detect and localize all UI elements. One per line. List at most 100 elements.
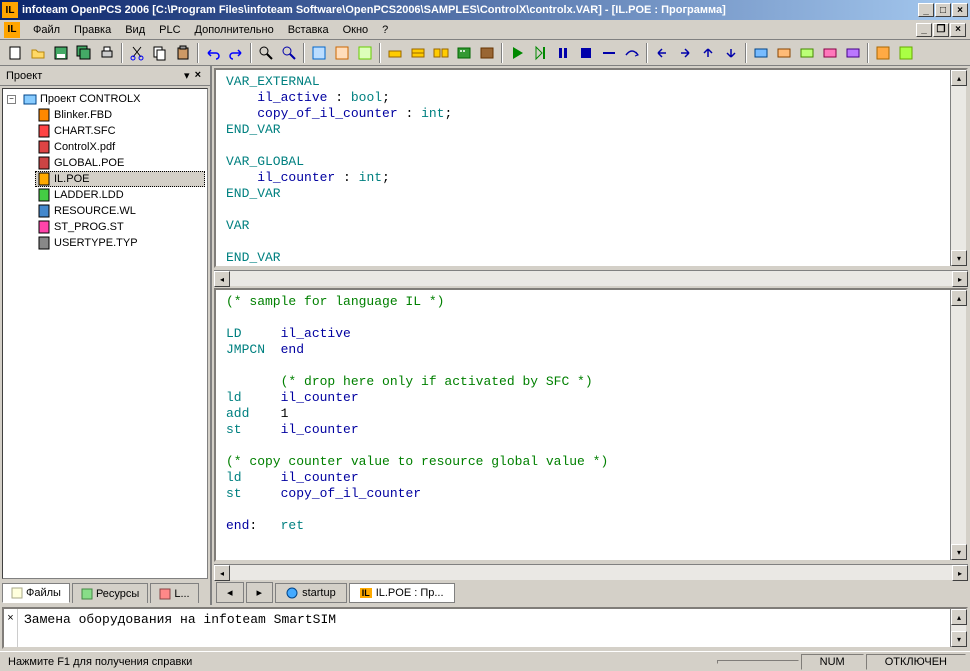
output-vscrollbar[interactable]: ▴ ▾ bbox=[950, 609, 966, 647]
panel-tab-files[interactable]: Файлы bbox=[2, 583, 70, 603]
watch2-icon[interactable] bbox=[773, 42, 795, 64]
tree-item-label: LADDER.LDD bbox=[54, 189, 124, 201]
open-icon[interactable] bbox=[27, 42, 49, 64]
menu-insert[interactable]: Вставка bbox=[281, 22, 336, 38]
cut-icon[interactable] bbox=[126, 42, 148, 64]
tool-c-icon[interactable] bbox=[354, 42, 376, 64]
menu-window[interactable]: Окно bbox=[336, 22, 376, 38]
scroll-up-icon[interactable]: ▴ bbox=[951, 609, 967, 625]
hscrollbar-top[interactable]: ◂ ▸ bbox=[214, 270, 968, 286]
step-icon[interactable] bbox=[598, 42, 620, 64]
startup-icon bbox=[286, 587, 298, 599]
tree-item[interactable]: CHART.SFC bbox=[35, 123, 205, 139]
mdi-close-button[interactable]: × bbox=[950, 23, 966, 37]
statusbar: Нажмите F1 для получения справки NUM ОТК… bbox=[0, 651, 970, 671]
scroll-up-icon[interactable]: ▴ bbox=[951, 70, 967, 86]
zoom-icon[interactable] bbox=[278, 42, 300, 64]
watch4-icon[interactable] bbox=[819, 42, 841, 64]
stepover-icon[interactable] bbox=[621, 42, 643, 64]
editor-tab-ilpoe[interactable]: IL IL.POE : Пр... bbox=[349, 583, 455, 603]
menu-view[interactable]: Вид bbox=[118, 22, 152, 38]
watch1-icon[interactable] bbox=[750, 42, 772, 64]
declarations-editor[interactable]: VAR_EXTERNAL il_active : bool; copy_of_i… bbox=[216, 70, 950, 266]
watch3-icon[interactable] bbox=[796, 42, 818, 64]
tab-nav-left[interactable]: ◂ bbox=[216, 582, 244, 603]
resources-icon bbox=[81, 588, 93, 600]
build-icon[interactable] bbox=[407, 42, 429, 64]
x2-icon[interactable] bbox=[895, 42, 917, 64]
res-icon[interactable] bbox=[476, 42, 498, 64]
tree-item[interactable]: RESOURCE.WL bbox=[35, 203, 205, 219]
file-icon bbox=[37, 108, 51, 122]
menu-help[interactable]: ? bbox=[375, 22, 395, 38]
panel-tab-resources[interactable]: Ресурсы bbox=[72, 583, 148, 603]
tree-item[interactable]: IL.POE bbox=[35, 171, 205, 187]
panel-close-icon[interactable]: × bbox=[192, 69, 204, 82]
undo-icon[interactable] bbox=[202, 42, 224, 64]
mdi-restore-button[interactable]: ❐ bbox=[933, 23, 949, 37]
vscrollbar[interactable]: ▴ ▾ bbox=[950, 70, 966, 266]
pause-icon[interactable] bbox=[552, 42, 574, 64]
stop-icon[interactable] bbox=[575, 42, 597, 64]
tab-nav-right[interactable]: ▸ bbox=[246, 582, 274, 603]
run2-icon[interactable] bbox=[529, 42, 551, 64]
tree-item[interactable]: GLOBAL.POE bbox=[35, 155, 205, 171]
menu-extra[interactable]: Дополнительно bbox=[188, 22, 281, 38]
scroll-up-icon[interactable]: ▴ bbox=[951, 290, 967, 306]
tool-b-icon[interactable] bbox=[331, 42, 353, 64]
scroll-right-icon[interactable]: ▸ bbox=[952, 271, 968, 287]
tree-item[interactable]: ST_PROG.ST bbox=[35, 219, 205, 235]
scroll-left-icon[interactable]: ◂ bbox=[214, 271, 230, 287]
panel-tab-l[interactable]: L... bbox=[150, 583, 198, 603]
tree-item[interactable]: LADDER.LDD bbox=[35, 187, 205, 203]
saveall-icon[interactable] bbox=[73, 42, 95, 64]
rebuild-icon[interactable] bbox=[430, 42, 452, 64]
tree-root[interactable]: − Проект CONTROLX bbox=[5, 91, 205, 107]
scroll-down-icon[interactable]: ▾ bbox=[951, 250, 967, 266]
menubar: IL Файл Правка Вид PLC Дополнительно Вст… bbox=[0, 20, 970, 40]
menu-file[interactable]: Файл bbox=[26, 22, 67, 38]
project-panel: Проект ▾ × − Проект CONTROLX Blinker.FBD… bbox=[0, 66, 212, 605]
hw-icon[interactable] bbox=[453, 42, 475, 64]
panel-dropdown-icon[interactable]: ▾ bbox=[184, 69, 190, 82]
editor-tab-startup[interactable]: startup bbox=[275, 583, 347, 603]
close-button[interactable]: × bbox=[952, 3, 968, 17]
maximize-button[interactable]: □ bbox=[935, 3, 951, 17]
copy-icon[interactable] bbox=[149, 42, 171, 64]
scroll-left-icon[interactable]: ◂ bbox=[214, 565, 230, 581]
mdi-minimize-button[interactable]: _ bbox=[916, 23, 932, 37]
arrow-left-icon[interactable] bbox=[651, 42, 673, 64]
print-icon[interactable] bbox=[96, 42, 118, 64]
expander-icon[interactable]: − bbox=[7, 95, 16, 104]
arrow-right-icon[interactable] bbox=[674, 42, 696, 64]
tree-item[interactable]: Blinker.FBD bbox=[35, 107, 205, 123]
menu-edit[interactable]: Правка bbox=[67, 22, 118, 38]
watch5-icon[interactable] bbox=[842, 42, 864, 64]
scroll-right-icon[interactable]: ▸ bbox=[952, 565, 968, 581]
scroll-down-icon[interactable]: ▾ bbox=[951, 631, 967, 647]
tree-item[interactable]: USERTYPE.TYP bbox=[35, 235, 205, 251]
tree-item[interactable]: ControlX.pdf bbox=[35, 139, 205, 155]
compile-icon[interactable] bbox=[384, 42, 406, 64]
tool-a-icon[interactable] bbox=[308, 42, 330, 64]
redo-icon[interactable] bbox=[225, 42, 247, 64]
scroll-down-icon[interactable]: ▾ bbox=[951, 544, 967, 560]
paste-icon[interactable] bbox=[172, 42, 194, 64]
find-icon[interactable] bbox=[255, 42, 277, 64]
tree-item-label: CHART.SFC bbox=[54, 125, 116, 137]
menu-plc[interactable]: PLC bbox=[152, 22, 187, 38]
output-close-icon[interactable]: × bbox=[4, 609, 18, 647]
vscrollbar[interactable]: ▴ ▾ bbox=[950, 290, 966, 560]
save-icon[interactable] bbox=[50, 42, 72, 64]
project-tree[interactable]: − Проект CONTROLX Blinker.FBD CHART.SFC Co… bbox=[2, 88, 208, 579]
minimize-button[interactable]: _ bbox=[918, 3, 934, 17]
tree-item-label: Blinker.FBD bbox=[54, 109, 112, 121]
hscrollbar-bottom[interactable]: ◂ ▸ bbox=[214, 564, 968, 580]
arrow-down-icon[interactable] bbox=[720, 42, 742, 64]
arrow-up-icon[interactable] bbox=[697, 42, 719, 64]
x1-icon[interactable] bbox=[872, 42, 894, 64]
files-icon bbox=[11, 587, 23, 599]
run-icon[interactable] bbox=[506, 42, 528, 64]
code-editor[interactable]: (* sample for language IL *) LD il_activ… bbox=[216, 290, 950, 560]
new-icon[interactable] bbox=[4, 42, 26, 64]
